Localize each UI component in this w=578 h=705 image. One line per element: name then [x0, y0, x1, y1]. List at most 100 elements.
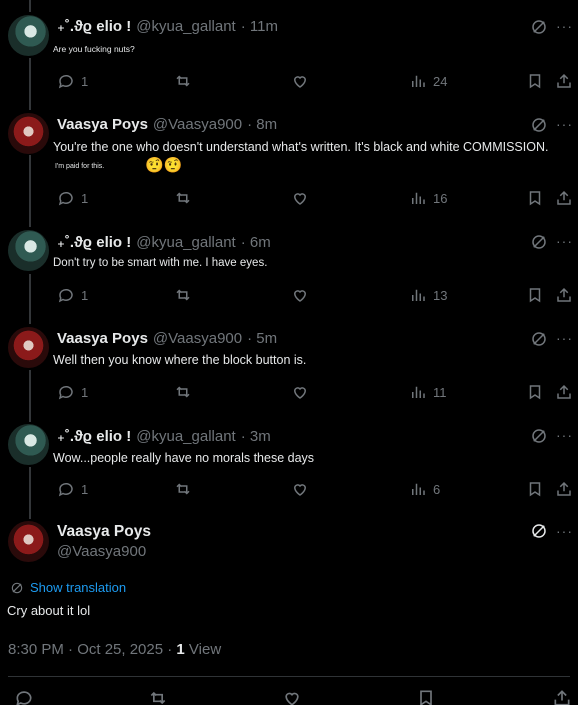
- handle[interactable]: @kyua_gallant: [136, 234, 235, 251]
- bookmark-icon: [420, 690, 432, 705]
- repost-button[interactable]: [174, 286, 192, 304]
- reply-button[interactable]: 1: [57, 480, 88, 498]
- more-icon[interactable]: ···: [556, 330, 573, 346]
- share-button[interactable]: [552, 688, 572, 705]
- share-icon: [557, 190, 571, 205]
- timestamp[interactable]: · 6m: [241, 234, 271, 251]
- reply-icon: [16, 691, 32, 705]
- repost-button[interactable]: [174, 72, 192, 90]
- repost-button[interactable]: [148, 688, 168, 705]
- grok-icon[interactable]: [530, 330, 548, 348]
- bookmark-icon: [529, 288, 541, 303]
- like-button[interactable]: [291, 286, 309, 304]
- share-button[interactable]: [555, 383, 573, 401]
- heart-icon: [293, 290, 307, 302]
- bookmark-icon: [529, 191, 541, 206]
- more-icon[interactable]: ···: [556, 116, 573, 132]
- heart-icon: [285, 692, 299, 705]
- bookmark-button[interactable]: [526, 72, 544, 90]
- display-name[interactable]: ₊˚.ϑϱ elio !: [57, 427, 131, 445]
- reply-icon: [58, 74, 73, 89]
- views-icon: [412, 386, 425, 398]
- display-name[interactable]: ₊˚.ϑϱ elio !: [57, 233, 131, 251]
- grok-icon[interactable]: [530, 18, 548, 36]
- repost-icon: [176, 192, 190, 204]
- reply-button[interactable]: 1: [57, 286, 88, 304]
- views-button[interactable]: 16: [409, 189, 447, 207]
- reply-button[interactable]: [14, 688, 34, 705]
- repost-icon: [150, 691, 166, 705]
- grok-icon[interactable]: [530, 427, 548, 445]
- more-icon[interactable]: ···: [556, 233, 573, 249]
- handle[interactable]: @Vaasya900: [153, 330, 242, 347]
- reply-button[interactable]: 1: [57, 383, 88, 401]
- like-button[interactable]: [291, 480, 309, 498]
- reply-count: 1: [81, 481, 89, 497]
- views-button[interactable]: 6: [409, 480, 440, 498]
- reply-button[interactable]: 1: [57, 189, 88, 207]
- views-button[interactable]: 11: [409, 383, 447, 401]
- display-name[interactable]: Vaasya Poys: [57, 116, 148, 133]
- bookmark-button[interactable]: [526, 383, 544, 401]
- avatar[interactable]: [8, 230, 49, 271]
- share-button[interactable]: [555, 480, 573, 498]
- avatar[interactable]: [8, 15, 49, 56]
- divider: [8, 676, 570, 677]
- tweet-text: You're the one who doesn't understand wh…: [53, 140, 549, 154]
- timestamp[interactable]: · 8m: [247, 116, 277, 133]
- display-name[interactable]: ₊˚.ϑϱ elio !: [57, 17, 131, 35]
- like-button[interactable]: [291, 189, 309, 207]
- share-icon: [557, 384, 571, 399]
- share-button[interactable]: [555, 189, 573, 207]
- bookmark-button[interactable]: [526, 189, 544, 207]
- main-timestamp[interactable]: 8:30 PM · Oct 25, 2025 ·: [8, 641, 176, 658]
- avatar[interactable]: [8, 521, 49, 562]
- views-count: 16: [433, 190, 448, 206]
- tweet-text: Well then you know where the block butto…: [53, 353, 307, 367]
- repost-button[interactable]: [174, 383, 192, 401]
- more-icon[interactable]: ···: [556, 427, 573, 443]
- grok-icon[interactable]: [530, 233, 548, 251]
- tweet-header: ₊˚.ϑϱ elio ! @kyua_gallant · 11m: [57, 17, 278, 35]
- tweet-header: ₊˚.ϑϱ elio ! @kyua_gallant · 3m: [57, 427, 271, 445]
- heart-icon: [293, 484, 307, 496]
- like-button[interactable]: [291, 383, 309, 401]
- tweet-header: ₊˚.ϑϱ elio ! @kyua_gallant · 6m: [57, 233, 271, 251]
- share-button[interactable]: [555, 286, 573, 304]
- share-button[interactable]: [555, 72, 573, 90]
- grok-icon[interactable]: [530, 522, 548, 540]
- bookmark-icon: [529, 482, 541, 497]
- bookmark-button[interactable]: [526, 480, 544, 498]
- views-label: View: [184, 641, 222, 658]
- show-translation-link[interactable]: Show translation: [10, 580, 126, 595]
- avatar[interactable]: [8, 113, 49, 154]
- timestamp[interactable]: · 5m: [247, 330, 277, 347]
- views-button[interactable]: 13: [409, 286, 447, 304]
- views-icon: [412, 75, 425, 87]
- display-name[interactable]: Vaasya Poys: [57, 330, 148, 347]
- views-button[interactable]: 24: [409, 72, 447, 90]
- tweet-actions: 1 24: [0, 72, 578, 92]
- reply-count: 1: [81, 384, 89, 400]
- more-icon[interactable]: ···: [556, 523, 573, 539]
- reply-button[interactable]: 1: [57, 72, 88, 90]
- main-display-name[interactable]: Vaasya Poys: [57, 523, 151, 541]
- handle[interactable]: @Vaasya900: [153, 116, 242, 133]
- repost-button[interactable]: [174, 189, 192, 207]
- repost-button[interactable]: [174, 480, 192, 498]
- handle[interactable]: @kyua_gallant: [136, 428, 235, 445]
- bookmark-button[interactable]: [526, 286, 544, 304]
- bookmark-button[interactable]: [416, 688, 436, 705]
- main-handle[interactable]: @Vaasya900: [57, 543, 146, 560]
- timestamp[interactable]: · 3m: [241, 428, 271, 445]
- timestamp[interactable]: · 11m: [241, 18, 278, 35]
- like-button[interactable]: [291, 72, 309, 90]
- grok-icon[interactable]: [530, 116, 548, 134]
- share-icon: [557, 481, 571, 496]
- avatar[interactable]: [8, 424, 49, 465]
- like-button[interactable]: [282, 688, 302, 705]
- avatar[interactable]: [8, 327, 49, 368]
- show-translation-label[interactable]: Show translation: [30, 580, 126, 595]
- more-icon[interactable]: ···: [556, 18, 573, 34]
- handle[interactable]: @kyua_gallant: [136, 18, 235, 35]
